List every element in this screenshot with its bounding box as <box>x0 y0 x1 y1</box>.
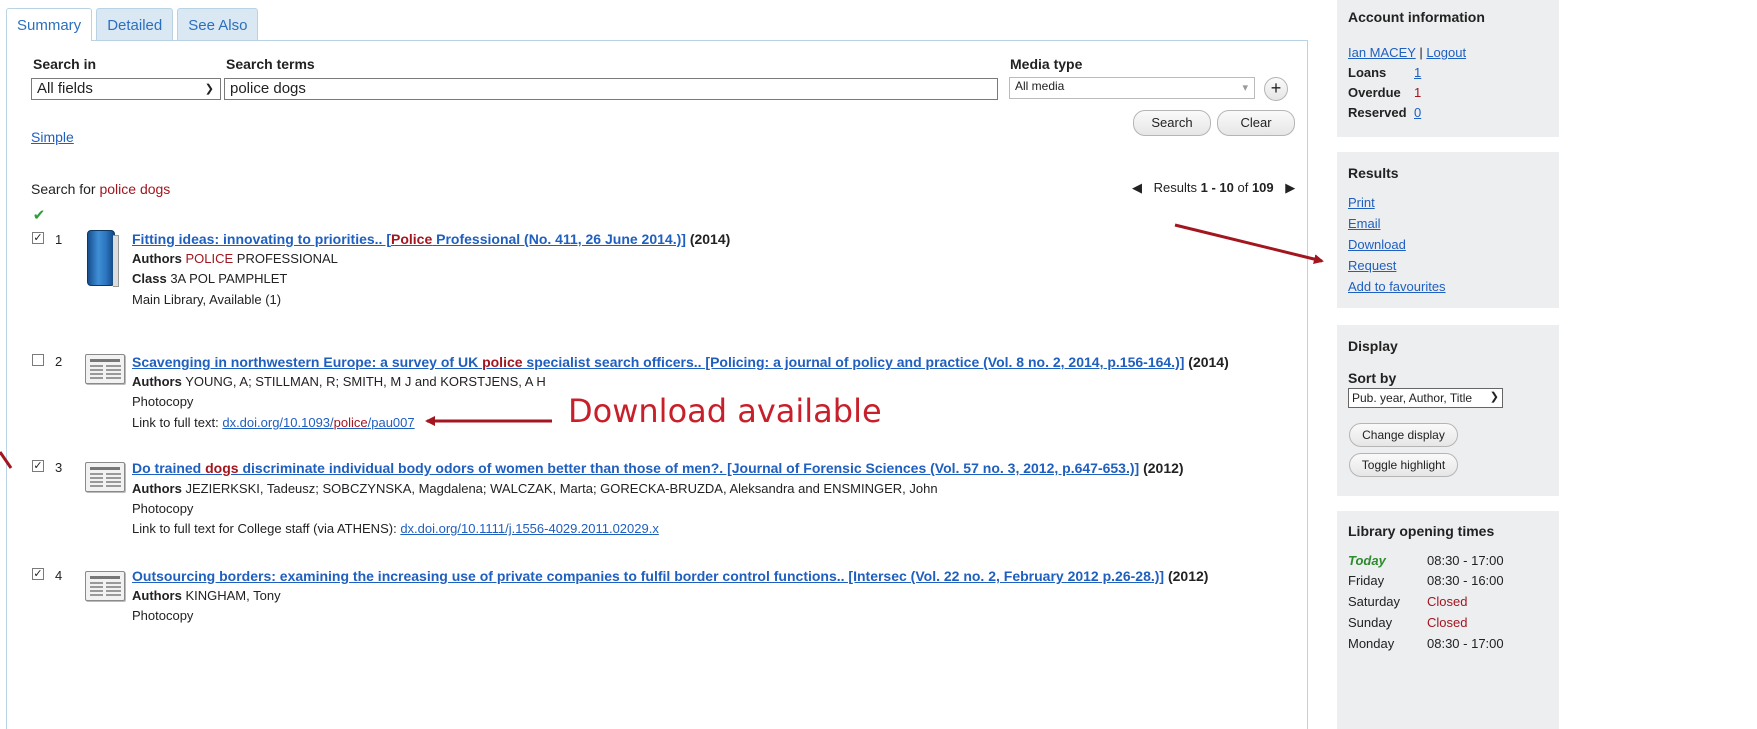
hours-day-saturday: Saturday <box>1348 594 1401 609</box>
toggle-highlight-button[interactable]: Toggle highlight <box>1349 453 1458 477</box>
hours-time-saturday: Closed <box>1427 594 1468 609</box>
email-link[interactable]: Email <box>1348 216 1381 231</box>
account-panel: Account information Ian MACEY | Logout L… <box>1337 0 1559 137</box>
loans-count-link[interactable]: 1 <box>1414 65 1421 80</box>
hours-time-sunday: Closed <box>1427 615 1468 630</box>
hours-day-monday: Monday <box>1348 636 1395 651</box>
print-link[interactable]: Print <box>1348 195 1375 210</box>
add-to-favourites-link[interactable]: Add to favourites <box>1348 279 1446 294</box>
download-link[interactable]: Download <box>1348 237 1406 252</box>
sort-by-value: Pub. year, Author, Title <box>1352 391 1473 405</box>
download-available-annotation: Download available <box>568 392 882 430</box>
hours-time-monday: 08:30 - 17:00 <box>1427 636 1504 651</box>
reserved-count-link[interactable]: 0 <box>1414 105 1421 120</box>
results-actions-panel: Results Print Email Download Request Add… <box>1337 152 1559 308</box>
arrow-edge-fragment <box>0 451 13 469</box>
hours-day-today: Today <box>1348 553 1386 568</box>
tab-summary[interactable]: Summary <box>6 8 93 41</box>
overdue-label: Overdue <box>1348 85 1401 100</box>
overdue-count: 1 <box>1414 85 1422 100</box>
results-actions-title: Results <box>1348 165 1399 181</box>
arrow-to-download-link <box>1174 223 1324 264</box>
chevron-down-icon: ❯ <box>1489 391 1499 403</box>
display-panel: Display Sort by Pub. year, Author, Title… <box>1337 325 1559 496</box>
opening-times-panel: Library opening times Today 08:30 - 17:0… <box>1337 511 1559 729</box>
hours-time-today: 08:30 - 17:00 <box>1427 553 1504 568</box>
loans-label: Loans <box>1348 65 1387 80</box>
sort-by-select[interactable]: Pub. year, Author, Title ❯ <box>1348 388 1503 408</box>
user-name-link[interactable]: Ian MACEY <box>1348 45 1416 60</box>
hours-day-friday: Friday <box>1348 573 1385 588</box>
logout-link[interactable]: Logout <box>1426 45 1466 60</box>
user-row: Ian MACEY | Logout <box>1348 45 1467 60</box>
change-display-button[interactable]: Change display <box>1349 423 1458 447</box>
hours-day-sunday: Sunday <box>1348 615 1393 630</box>
reserved-label: Reserved <box>1348 105 1407 120</box>
account-title: Account information <box>1348 9 1485 25</box>
hours-time-friday: 08:30 - 16:00 <box>1427 573 1504 588</box>
sort-by-label: Sort by <box>1348 370 1397 386</box>
opening-times-title: Library opening times <box>1348 523 1495 539</box>
display-title: Display <box>1348 338 1398 354</box>
request-link[interactable]: Request <box>1348 258 1396 273</box>
